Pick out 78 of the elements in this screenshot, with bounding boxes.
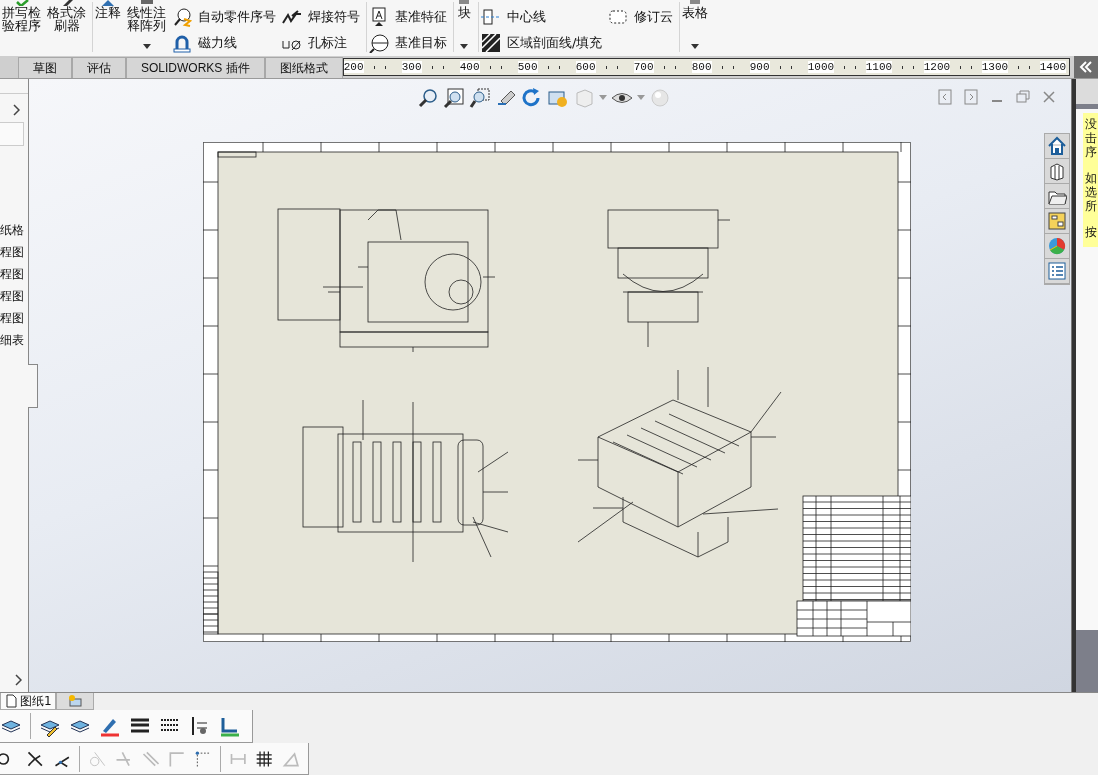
tip-text: 按: [1085, 225, 1098, 239]
layout-icon[interactable]: [1047, 211, 1067, 231]
chevron-icon[interactable]: [12, 104, 20, 116]
cloud-icon[interactable]: [608, 7, 629, 27]
datum-target-icon[interactable]: [369, 33, 389, 53]
tip-text: 如: [1085, 171, 1098, 185]
ruler-label: 800: [691, 61, 712, 73]
ruler-label: 600: [575, 61, 596, 73]
ribbon-command[interactable]: 基准特征: [395, 8, 447, 26]
ribbon-button[interactable]: 注释: [95, 6, 121, 19]
list-icon[interactable]: [1047, 261, 1067, 281]
tip-text: 序: [1085, 145, 1098, 159]
panel-left-icon[interactable]: [937, 89, 953, 105]
ruler-label: 1000: [807, 61, 835, 73]
chevron-icon[interactable]: [14, 674, 22, 686]
ruler-label: 1300: [981, 61, 1009, 73]
ribbon-button[interactable]: 格式涂 刷器: [47, 6, 86, 32]
ruler-label: 1200: [923, 61, 951, 73]
sheet-tab[interactable]: 图纸1: [0, 693, 56, 710]
ribbon-command[interactable]: 孔标注: [308, 34, 347, 52]
caret-icon[interactable]: [460, 44, 468, 50]
tree-item[interactable]: 纸格: [0, 222, 28, 239]
home-icon[interactable]: [1047, 136, 1067, 156]
ribbon-button[interactable]: 拼写检 验程序: [2, 6, 41, 32]
ribbon-button[interactable]: 线性注 释阵列: [127, 6, 166, 32]
tree-item[interactable]: 程图: [0, 244, 28, 261]
tip-text: 所: [1085, 199, 1098, 213]
ribbon-command[interactable]: 中心线: [507, 8, 546, 26]
ribbon-command[interactable]: 焊接符号: [308, 8, 360, 26]
ruler-label: 1100: [865, 61, 893, 73]
books-icon[interactable]: [1047, 161, 1067, 181]
ribbon-button[interactable]: 块: [457, 6, 471, 19]
tab[interactable]: 图纸格式: [264, 57, 343, 78]
ruler-label: 700: [633, 61, 654, 73]
tab[interactable]: 评估: [72, 57, 126, 78]
pane-header-bar: [1076, 79, 1098, 109]
input-field[interactable]: [0, 122, 24, 146]
caret-icon[interactable]: [691, 44, 700, 50]
zoom-fit-icon[interactable]: [443, 87, 465, 109]
zoom-area-icon[interactable]: [469, 87, 491, 109]
ruler-label: 400: [459, 61, 480, 73]
tip-text: 没: [1085, 117, 1098, 131]
ruler-label: 900: [749, 61, 770, 73]
hatch-icon[interactable]: [481, 33, 501, 53]
tree-item[interactable]: 程图: [0, 288, 28, 305]
collapse-button[interactable]: [1074, 56, 1098, 78]
centerline-icon[interactable]: [481, 7, 501, 27]
new-sheet-icon: [67, 694, 82, 708]
panel-right-icon[interactable]: [963, 89, 979, 105]
tree-item[interactable]: 程图: [0, 310, 28, 327]
ribbon-command[interactable]: 修订云: [634, 8, 674, 26]
splitter-handle[interactable]: [28, 364, 38, 408]
zoom-icon[interactable]: [417, 87, 439, 109]
ruler-label: 1400: [1039, 61, 1067, 73]
color-wheel-icon[interactable]: [1047, 236, 1067, 256]
tip-text: 击: [1085, 131, 1098, 145]
caret-icon[interactable]: [142, 44, 151, 50]
balloon-icon[interactable]: [172, 7, 192, 27]
tab[interactable]: SOLIDWORKS 插件: [126, 57, 265, 78]
tree-item[interactable]: 细表: [0, 332, 28, 349]
page-icon: [4, 694, 18, 708]
datum-feature-icon[interactable]: [369, 7, 389, 27]
double-chevron-icon: [1078, 59, 1094, 75]
magnet-icon[interactable]: [172, 33, 192, 53]
ribbon-button[interactable]: 表格: [682, 6, 709, 19]
tree-item[interactable]: 程图: [0, 266, 28, 283]
ribbon-command[interactable]: 磁力线: [198, 34, 237, 52]
ruler-label: 300: [401, 61, 422, 73]
ruler-label: 200: [343, 61, 364, 73]
ribbon-command[interactable]: 区域剖面线/填充: [507, 34, 603, 52]
ruler-label: 500: [517, 61, 538, 73]
ribbon-command[interactable]: 基准目标: [395, 34, 447, 52]
tip-text: 选: [1085, 185, 1098, 199]
tab[interactable]: 草图: [18, 57, 72, 78]
check-icon[interactable]: [13, 0, 30, 6]
ribbon-command[interactable]: 自动零件序号: [198, 8, 276, 26]
edge-color-icon[interactable]: [219, 715, 241, 737]
close-icon[interactable]: [1041, 89, 1057, 105]
